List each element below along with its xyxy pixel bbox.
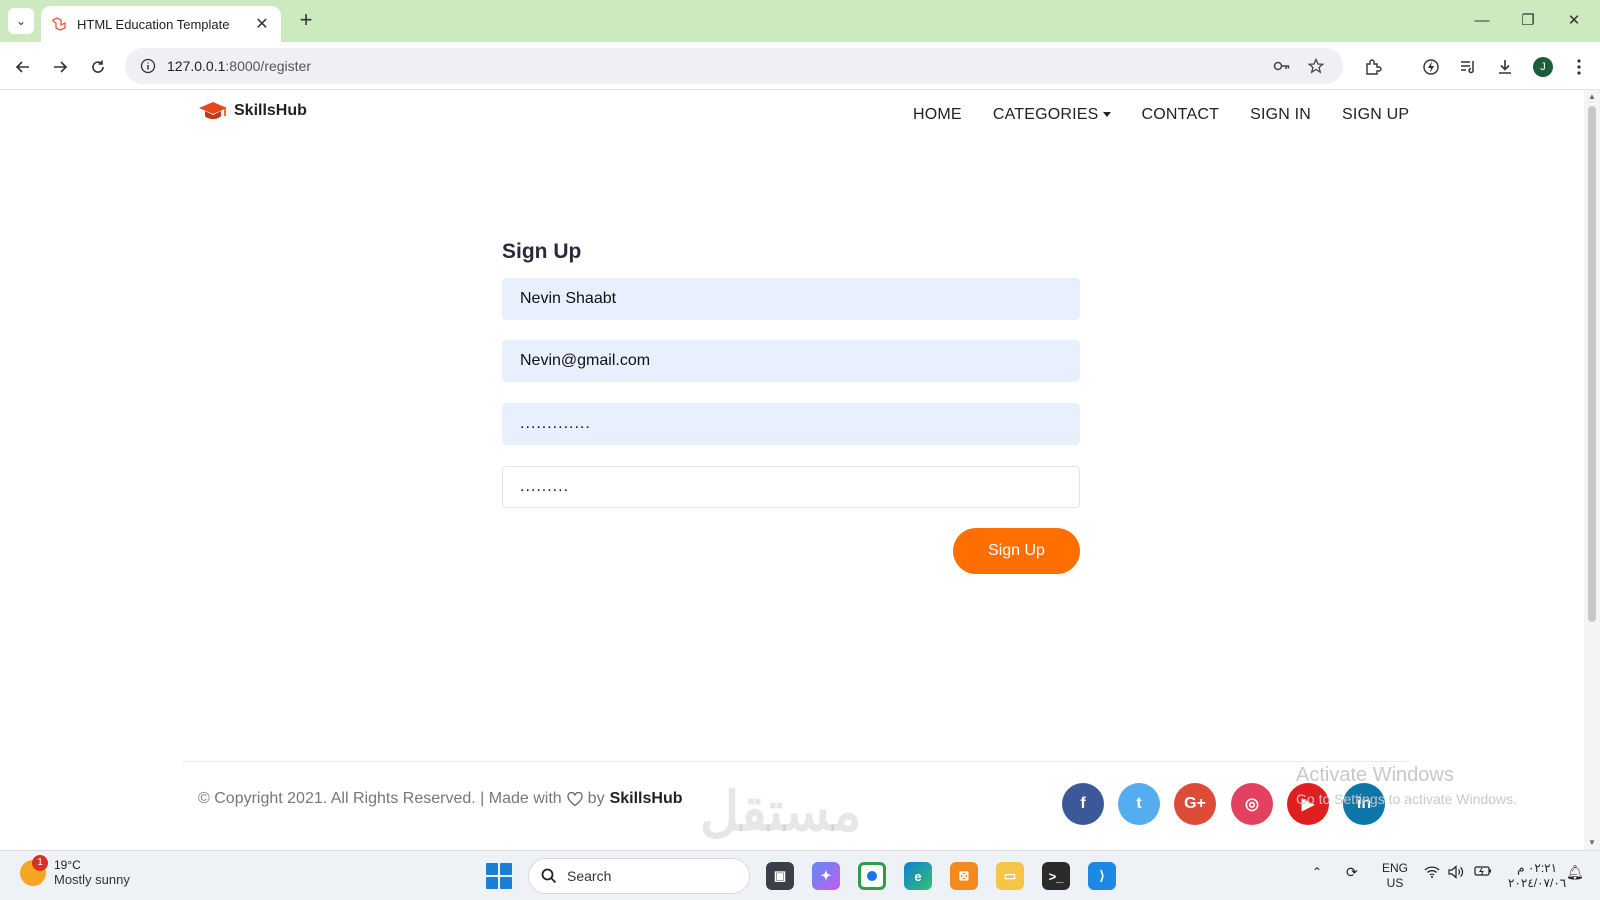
scroll-thumb[interactable]	[1588, 106, 1596, 622]
tray-overflow-icon[interactable]: ⌃	[1312, 865, 1322, 880]
tab-search-button[interactable]: ⌄	[8, 8, 34, 34]
vscode-app-icon[interactable]: ⟩	[1088, 862, 1116, 890]
notification-bell-icon[interactable]: 🔔︎	[1566, 865, 1584, 880]
weather-widget[interactable]: 1 19°C Mostly sunny	[20, 854, 130, 887]
password-key-icon[interactable]	[1269, 53, 1295, 79]
edge-app-icon[interactable]: e	[904, 862, 932, 890]
heart-icon	[567, 791, 583, 807]
xampp-app-icon[interactable]: ⊠	[950, 862, 978, 890]
sun-icon: 1	[20, 854, 48, 886]
copyright-text: © Copyright 2021. All Rights Reserved. |…	[198, 790, 682, 808]
arrow-right-icon	[54, 61, 68, 73]
email-field[interactable]	[502, 340, 1080, 382]
tab-title: HTML Education Template	[77, 16, 230, 32]
forward-button[interactable]	[47, 54, 73, 80]
nav-home[interactable]: HOME	[913, 106, 962, 124]
wifi-icon[interactable]	[1424, 866, 1440, 882]
reload-button[interactable]	[85, 54, 111, 80]
arrow-left-icon	[15, 61, 29, 73]
browser-tab-bar: ⌄ HTML Education Template ✕ + — ❐ ✕	[0, 0, 1600, 42]
page-scrollbar[interactable]: ▲ ▼	[1584, 90, 1600, 850]
bookmark-star-icon[interactable]	[1303, 53, 1329, 79]
sign-up-button[interactable]: Sign Up	[953, 528, 1080, 574]
logo-text: SkillsHub	[234, 102, 307, 119]
nav-sign-up[interactable]: SIGN UP	[1342, 106, 1409, 124]
media-control-icon[interactable]	[1455, 54, 1481, 80]
main-nav: HOME CATEGORIES CONTACT SIGN IN SIGN UP	[913, 106, 1409, 124]
graduation-cap-icon	[199, 102, 227, 119]
new-tab-button[interactable]: +	[294, 9, 318, 33]
web-page: SkillsHub HOME CATEGORIES CONTACT SIGN I…	[0, 90, 1584, 850]
footer-brand-link[interactable]: SkillsHub	[610, 790, 683, 808]
url-text: 127.0.0.1:8000/register	[167, 58, 1261, 74]
restore-button[interactable]: ❐	[1508, 8, 1548, 32]
language-indicator[interactable]: ENG US	[1382, 861, 1408, 891]
activate-windows-subtitle: Go to Settings to activate Windows.	[1296, 791, 1517, 807]
weather-badge: 1	[32, 854, 48, 871]
back-button[interactable]	[10, 54, 36, 80]
site-info-icon[interactable]	[139, 57, 157, 75]
copilot-app-icon[interactable]: ✦	[812, 862, 840, 890]
browser-tab[interactable]: HTML Education Template ✕	[41, 6, 281, 42]
reload-icon	[92, 60, 104, 73]
weather-text: 19°C Mostly sunny	[54, 858, 130, 887]
folder-app-icon[interactable]: ▭	[996, 862, 1024, 890]
lang-top: ENG	[1382, 861, 1409, 875]
footer-divider	[182, 761, 1408, 762]
facebook-icon[interactable]: f	[1062, 783, 1104, 825]
weather-temp: 19°C	[54, 858, 81, 872]
twitter-icon[interactable]: t	[1118, 783, 1160, 825]
lang-bottom: US	[1386, 876, 1404, 890]
nav-sign-in[interactable]: SIGN IN	[1250, 106, 1311, 124]
password-field[interactable]	[502, 403, 1080, 445]
profile-avatar-letter: J	[1533, 57, 1553, 77]
taskbar-search-label: Search	[567, 868, 612, 884]
confirm-password-field[interactable]	[502, 466, 1080, 508]
nav-categories[interactable]: CATEGORIES	[993, 106, 1111, 124]
site-logo[interactable]: SkillsHub	[198, 100, 307, 122]
profile-avatar[interactable]: J	[1530, 54, 1556, 80]
tab-close-icon[interactable]: ✕	[253, 14, 271, 34]
caret-down-icon	[1102, 112, 1111, 118]
nav-contact[interactable]: CONTACT	[1142, 106, 1220, 124]
clock[interactable]: ٠٢:٢١ م ٢٠٢٤/٠٧/٠٦	[1508, 861, 1566, 891]
form-title: Sign Up	[502, 240, 582, 263]
copyright-prefix: © Copyright 2021. All Rights Reserved. |…	[198, 790, 562, 807]
weather-desc: Mostly sunny	[54, 872, 130, 887]
search-icon	[541, 868, 557, 884]
browser-toolbar: 127.0.0.1:8000/register J	[0, 42, 1600, 90]
activate-windows-watermark: Activate Windows Go to Settings to activ…	[1296, 764, 1517, 807]
file-manager-app-icon[interactable]: ▣	[766, 862, 794, 890]
close-window-button[interactable]: ✕	[1554, 8, 1594, 32]
chrome-app-icon[interactable]	[858, 862, 886, 890]
mostaql-watermark: مستقل	[700, 782, 862, 842]
minimize-button[interactable]: —	[1462, 8, 1502, 32]
chevron-down-icon: ⌄	[15, 14, 27, 28]
extensions-icon[interactable]	[1360, 54, 1386, 80]
address-bar[interactable]: 127.0.0.1:8000/register	[125, 48, 1343, 84]
instagram-icon[interactable]: ◎	[1231, 783, 1273, 825]
windows-start-icon[interactable]	[486, 863, 512, 889]
url-host: 127.0.0.1	[167, 58, 226, 74]
battery-icon[interactable]	[1474, 865, 1492, 881]
terminal-app-icon[interactable]: >_	[1042, 862, 1070, 890]
download-icon[interactable]	[1492, 54, 1518, 80]
copyright-by: by	[587, 790, 605, 807]
volume-icon[interactable]	[1448, 865, 1464, 883]
name-field[interactable]	[502, 278, 1080, 320]
scroll-down-icon[interactable]: ▼	[1587, 838, 1597, 847]
sync-icon[interactable]: ⟳	[1346, 865, 1358, 880]
url-path: :8000/register	[225, 58, 311, 74]
taskbar-search[interactable]: Search	[528, 858, 750, 894]
performance-icon[interactable]	[1418, 54, 1444, 80]
nav-categories-label: CATEGORIES	[992, 106, 1099, 123]
activate-windows-title: Activate Windows	[1296, 764, 1454, 786]
laravel-favicon-icon	[51, 16, 67, 32]
clock-date: ٢٠٢٤/٠٧/٠٦	[1508, 876, 1567, 890]
more-menu-icon[interactable]	[1566, 54, 1592, 80]
scroll-up-icon[interactable]: ▲	[1587, 92, 1597, 101]
google-plus-icon[interactable]: G+	[1174, 783, 1216, 825]
windows-taskbar: 1 19°C Mostly sunny Search ▣ ✦ e ⊠ ▭ >_ …	[0, 850, 1600, 900]
clock-time: ٠٢:٢١ م	[1517, 861, 1558, 875]
